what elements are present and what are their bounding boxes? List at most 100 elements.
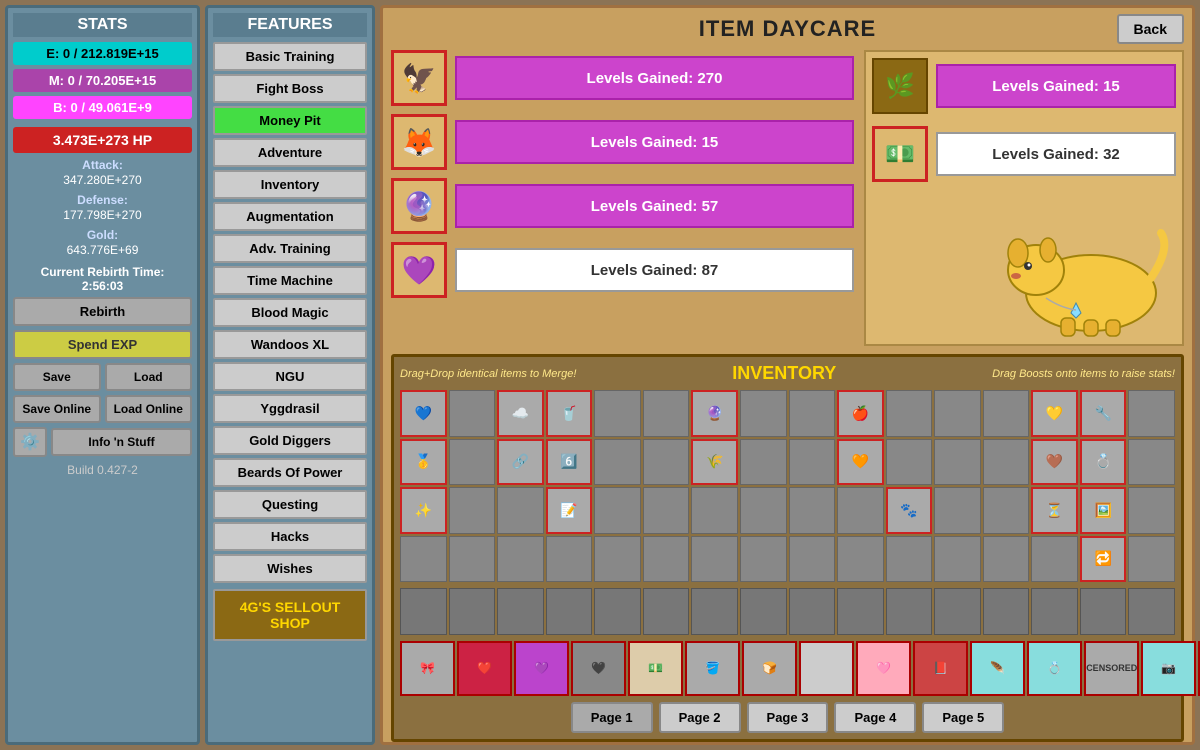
inv-cell-1-2[interactable]: 🔗 (497, 439, 544, 486)
inv-cell-1-13[interactable]: 🤎 (1031, 439, 1078, 486)
load-online-button[interactable]: Load Online (105, 395, 193, 423)
inv-cell-3-10[interactable] (886, 536, 933, 583)
feature-btn-13[interactable]: Beards Of Power (213, 458, 367, 487)
spend-exp-button[interactable]: Spend EXP (13, 330, 192, 359)
rebirth-button[interactable]: Rebirth (13, 297, 192, 326)
feature-btn-10[interactable]: NGU (213, 362, 367, 391)
inv-cell-3-14[interactable]: 🔁 (1080, 536, 1127, 583)
inv-cell-1-6[interactable]: 🌾 (691, 439, 738, 486)
bottom-9[interactable]: 📕 (913, 641, 968, 696)
feature-btn-15[interactable]: Hacks (213, 522, 367, 551)
extra-9[interactable] (837, 588, 884, 635)
inv-cell-3-13[interactable] (1031, 536, 1078, 583)
bottom-11[interactable]: 💍 (1027, 641, 1082, 696)
inv-cell-0-1[interactable] (449, 390, 496, 437)
feature-btn-14[interactable]: Questing (213, 490, 367, 519)
bottom-10[interactable]: 🪶 (970, 641, 1025, 696)
inv-cell-2-11[interactable] (934, 487, 981, 534)
inv-cell-2-12[interactable] (983, 487, 1030, 534)
inv-cell-1-14[interactable]: 💍 (1080, 439, 1127, 486)
extra-4[interactable] (594, 588, 641, 635)
inv-cell-0-13[interactable]: 💛 (1031, 390, 1078, 437)
inv-cell-3-2[interactable] (497, 536, 544, 583)
page-4-button[interactable]: Page 4 (834, 702, 916, 733)
item-slot-3[interactable]: 🔮 (391, 178, 447, 234)
feature-btn-2[interactable]: Money Pit (213, 106, 367, 135)
inv-cell-1-7[interactable] (740, 439, 787, 486)
inv-cell-0-10[interactable] (886, 390, 933, 437)
inv-cell-3-6[interactable] (691, 536, 738, 583)
feature-btn-4[interactable]: Inventory (213, 170, 367, 199)
bottom-7[interactable] (799, 641, 854, 696)
inv-cell-1-0[interactable]: 🥇 (400, 439, 447, 486)
feature-btn-11[interactable]: Yggdrasil (213, 394, 367, 423)
extra-10[interactable] (886, 588, 933, 635)
info-button[interactable]: Info 'n Stuff (51, 428, 192, 456)
bottom-2[interactable]: 💜 (514, 641, 569, 696)
extra-11[interactable] (934, 588, 981, 635)
inv-cell-0-15[interactable] (1128, 390, 1175, 437)
bottom-0[interactable]: 🎀 (400, 641, 455, 696)
inv-cell-0-11[interactable] (934, 390, 981, 437)
page-1-button[interactable]: Page 1 (571, 702, 653, 733)
extra-6[interactable] (691, 588, 738, 635)
inv-cell-2-1[interactable] (449, 487, 496, 534)
inv-cell-0-4[interactable] (594, 390, 641, 437)
extra-0[interactable] (400, 588, 447, 635)
item-slot-4[interactable]: 💜 (391, 242, 447, 298)
page-2-button[interactable]: Page 2 (659, 702, 741, 733)
extra-8[interactable] (789, 588, 836, 635)
back-button[interactable]: Back (1117, 14, 1184, 44)
inv-cell-2-4[interactable] (594, 487, 641, 534)
feature-btn-6[interactable]: Adv. Training (213, 234, 367, 263)
inv-cell-2-7[interactable] (740, 487, 787, 534)
extra-13[interactable] (1031, 588, 1078, 635)
feature-btn-5[interactable]: Augmentation (213, 202, 367, 231)
inv-cell-1-15[interactable] (1128, 439, 1175, 486)
inv-cell-0-2[interactable]: ☁️ (497, 390, 544, 437)
inv-cell-1-8[interactable] (789, 439, 836, 486)
page-3-button[interactable]: Page 3 (747, 702, 829, 733)
inv-cell-0-3[interactable]: 🥤 (546, 390, 593, 437)
bottom-1[interactable]: ❤️ (457, 641, 512, 696)
inv-cell-2-6[interactable] (691, 487, 738, 534)
bottom-8[interactable]: 🩷 (856, 641, 911, 696)
gear-button[interactable]: ⚙️ (13, 427, 47, 457)
inv-cell-0-12[interactable] (983, 390, 1030, 437)
inv-cell-3-11[interactable] (934, 536, 981, 583)
feature-btn-12[interactable]: Gold Diggers (213, 426, 367, 455)
inv-cell-3-1[interactable] (449, 536, 496, 583)
extra-7[interactable] (740, 588, 787, 635)
extra-3[interactable] (546, 588, 593, 635)
inv-cell-3-8[interactable] (789, 536, 836, 583)
feature-btn-9[interactable]: Wandoos XL (213, 330, 367, 359)
inv-cell-0-7[interactable] (740, 390, 787, 437)
inv-cell-3-12[interactable] (983, 536, 1030, 583)
inv-cell-1-12[interactable] (983, 439, 1030, 486)
inv-cell-1-4[interactable] (594, 439, 641, 486)
inv-cell-1-5[interactable] (643, 439, 690, 486)
inv-cell-0-9[interactable]: 🍎 (837, 390, 884, 437)
extra-15[interactable] (1128, 588, 1175, 635)
bottom-6[interactable]: 🍞 (742, 641, 797, 696)
feature-btn-16[interactable]: Wishes (213, 554, 367, 583)
save-online-button[interactable]: Save Online (13, 395, 101, 423)
inv-cell-3-4[interactable] (594, 536, 641, 583)
inv-cell-3-15[interactable] (1128, 536, 1175, 583)
feature-btn-17[interactable]: 4G'S SELLOUT SHOP (213, 589, 367, 641)
inv-cell-2-14[interactable]: 🖼️ (1080, 487, 1127, 534)
inv-cell-3-9[interactable] (837, 536, 884, 583)
inv-cell-1-3[interactable]: 6️⃣ (546, 439, 593, 486)
bottom-4[interactable]: 💵 (628, 641, 683, 696)
inv-cell-2-13[interactable]: ⏳ (1031, 487, 1078, 534)
feature-btn-1[interactable]: Fight Boss (213, 74, 367, 103)
extra-5[interactable] (643, 588, 690, 635)
item-slot-1[interactable]: 🦅 (391, 50, 447, 106)
inv-cell-3-5[interactable] (643, 536, 690, 583)
inv-cell-3-0[interactable] (400, 536, 447, 583)
inv-cell-1-11[interactable] (934, 439, 981, 486)
inv-cell-0-14[interactable]: 🔧 (1080, 390, 1127, 437)
extra-14[interactable] (1080, 588, 1127, 635)
inv-cell-1-10[interactable] (886, 439, 933, 486)
inv-cell-2-0[interactable]: ✨ (400, 487, 447, 534)
